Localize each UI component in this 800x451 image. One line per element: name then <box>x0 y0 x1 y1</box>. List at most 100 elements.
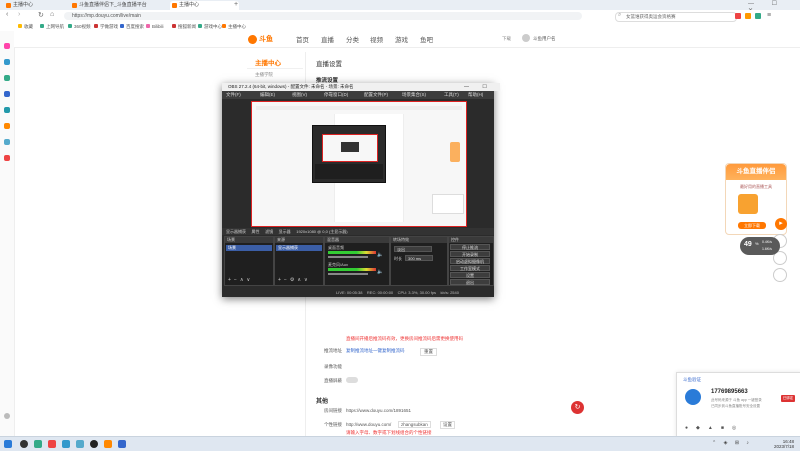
nav-item[interactable]: 分类 <box>346 34 359 44</box>
bookmark-item[interactable]: 搜狐新闻 <box>172 23 196 30</box>
forward-icon[interactable]: › <box>18 11 20 18</box>
float-button[interactable] <box>773 268 787 282</box>
obs-taskbar-icon[interactable] <box>90 440 98 448</box>
bookmark-item[interactable]: 游戏中心 <box>198 23 222 30</box>
clock-date: 2023/7/18 <box>773 444 794 449</box>
phone-card-title: 斗鱼验证 <box>683 377 701 382</box>
tray-icons[interactable]: ⌃ ◈ ⊞ ♪ <box>712 440 752 446</box>
douyu-logo[interactable]: 斗鱼 <box>248 34 273 44</box>
download-link[interactable]: 下载 <box>502 36 511 42</box>
room-link-label: 房间链接 <box>324 408 342 413</box>
studio-mode-button[interactable]: 工作室模式 <box>450 265 490 271</box>
bookmark-item[interactable]: 360视频 <box>68 23 91 30</box>
sidebar-app-icon[interactable] <box>4 91 10 97</box>
nav-item[interactable]: 直播 <box>321 34 334 44</box>
bookmark-item[interactable]: 收藏 <box>18 23 33 30</box>
copy-push-link[interactable]: 复制推流地址一键复制推流码 <box>346 348 405 354</box>
nav-item[interactable]: 鱼吧 <box>420 34 433 44</box>
scene-item[interactable]: 场景 <box>226 245 272 251</box>
toggle-switch[interactable] <box>346 377 358 383</box>
clock[interactable]: 16:48 2023/7/18 <box>774 439 794 449</box>
url-field[interactable]: https://mp.douyu.com/live/main <box>64 12 582 20</box>
scene-controls[interactable]: +−∧∨ <box>228 277 253 283</box>
sidebar-item-academy[interactable]: 主播学院 <box>255 72 273 78</box>
exit-button[interactable]: 退出 <box>450 279 490 285</box>
room-link[interactable]: https://www.douyu.com/1891651 <box>346 408 411 413</box>
status-text: LIVE: 00:05:38 REC: 00:00:00 CPU: 3.3%, … <box>336 290 459 295</box>
duration-input[interactable]: 300 ms <box>405 255 433 261</box>
float-refresh-icon[interactable]: ↻ <box>571 401 584 414</box>
source-controls[interactable]: +−⚙∧∨ <box>278 277 311 283</box>
new-tab-icon[interactable]: + <box>234 1 238 8</box>
card-action-icons[interactable]: ●◆▲■◎ <box>685 425 744 431</box>
nav-item[interactable]: 游戏 <box>395 34 408 44</box>
nested-preview-inner <box>341 142 359 152</box>
menu-icon[interactable]: ≡ <box>767 12 771 19</box>
sidebar-app-icon[interactable] <box>4 123 10 129</box>
obs-menu-item[interactable]: 停靠窗口(D) <box>324 91 348 99</box>
settings-icon[interactable] <box>4 413 10 419</box>
search-input[interactable]: 女篮谁获得奥运会资格赛 <box>615 12 737 22</box>
tab-label: 斗鱼直播伴侣下_斗鱼直播平台 <box>79 2 147 8</box>
bookmark-item[interactable]: Bilibili <box>146 23 164 30</box>
obs-menu-item[interactable]: 配置文件(P) <box>364 91 388 99</box>
bookmark-item[interactable]: 主播中心 <box>222 23 246 30</box>
home-icon[interactable]: ⌂ <box>50 11 54 18</box>
stop-streaming-button[interactable]: 停止推流 <box>450 244 490 250</box>
taskbar-app-icon[interactable] <box>62 440 70 448</box>
start-recording-button[interactable]: 开始录制 <box>450 251 490 257</box>
taskbar-app-icon[interactable] <box>34 440 42 448</box>
extension-icon[interactable] <box>735 13 741 19</box>
taskbar-app-icon[interactable] <box>76 440 84 448</box>
bookmark-item[interactable]: 上网导航 <box>40 23 64 30</box>
obs-preview[interactable] <box>251 101 467 227</box>
virtual-camera-button[interactable]: 启动虚拟摄像机 <box>450 258 490 264</box>
avatar[interactable] <box>522 34 530 42</box>
obs-menu-item[interactable]: 场景集合(S) <box>402 91 426 99</box>
promo-app-icon <box>738 194 758 214</box>
sidebar-app-icon[interactable] <box>4 155 10 161</box>
sidebar-app-icon[interactable] <box>4 59 10 65</box>
refresh-icon[interactable]: ↻ <box>38 11 44 19</box>
nav-item[interactable]: 首页 <box>296 34 309 44</box>
obs-menu-item[interactable]: 视图(V) <box>292 91 307 99</box>
mixer-volume-slider[interactable] <box>328 256 368 258</box>
nav-item[interactable]: 视频 <box>370 34 383 44</box>
taskbar-app-icon[interactable] <box>48 440 56 448</box>
transition-select[interactable]: 淡出 <box>394 246 432 252</box>
promo-download-button[interactable]: 立即下载 <box>738 222 766 229</box>
bookmark-item[interactable]: 学做游戏 <box>94 23 118 30</box>
sidebar-app-icon[interactable] <box>4 75 10 81</box>
browser-tab-1[interactable]: 主播中心 <box>4 1 73 10</box>
obs-menu-item[interactable]: 帮助(H) <box>468 91 483 99</box>
nested-preview <box>322 134 378 162</box>
bookmark-item[interactable]: 百度搜索 <box>120 23 144 30</box>
source-item[interactable]: 显示器捕获 <box>276 245 322 251</box>
browser-tab-2[interactable]: 斗鱼直播伴侣下_斗鱼直播平台 <box>70 1 175 10</box>
reset-button[interactable]: 重置 <box>420 348 437 356</box>
taskbar-app-icon[interactable] <box>104 440 112 448</box>
custom-link-input[interactable]: zhangsubkan <box>398 421 431 428</box>
sidebar-app-icon[interactable] <box>4 107 10 113</box>
taskbar-app-icon[interactable] <box>118 440 126 448</box>
taskbar-app-icon[interactable] <box>20 440 28 448</box>
browser-tab-3[interactable]: 主播中心 <box>170 1 239 10</box>
source-toolbar-text: 显示器捕获 属性 滤镜 显示器 1920x1080 @ 0,0 (主显示器) <box>226 229 348 234</box>
obs-menu-item[interactable]: 工具(T) <box>444 91 459 99</box>
sidebar-app-icon[interactable] <box>4 139 10 145</box>
mixer-volume-slider[interactable] <box>328 273 368 275</box>
extension-icon[interactable] <box>745 13 751 19</box>
obs-menu-item[interactable]: 编辑(E) <box>260 91 275 99</box>
extension-icon[interactable] <box>755 13 761 19</box>
speaker-icon[interactable]: 🔈 <box>377 252 383 258</box>
speed-badge[interactable]: 49 % 0.4K/s 1.6K/s <box>740 237 780 255</box>
back-icon[interactable]: ‹ <box>6 11 8 18</box>
obs-menu-item[interactable]: 文件(F) <box>226 91 241 99</box>
username[interactable]: 斗鱼用户名 <box>533 36 556 42</box>
bind-button[interactable]: 已绑定 <box>781 395 795 402</box>
start-icon[interactable] <box>4 440 12 448</box>
sidebar-app-icon[interactable] <box>4 43 10 49</box>
speaker-icon[interactable]: 🔈 <box>377 269 383 275</box>
settings-button[interactable]: 设置 <box>450 272 490 278</box>
custom-link-set-button[interactable]: 设置 <box>440 421 455 429</box>
